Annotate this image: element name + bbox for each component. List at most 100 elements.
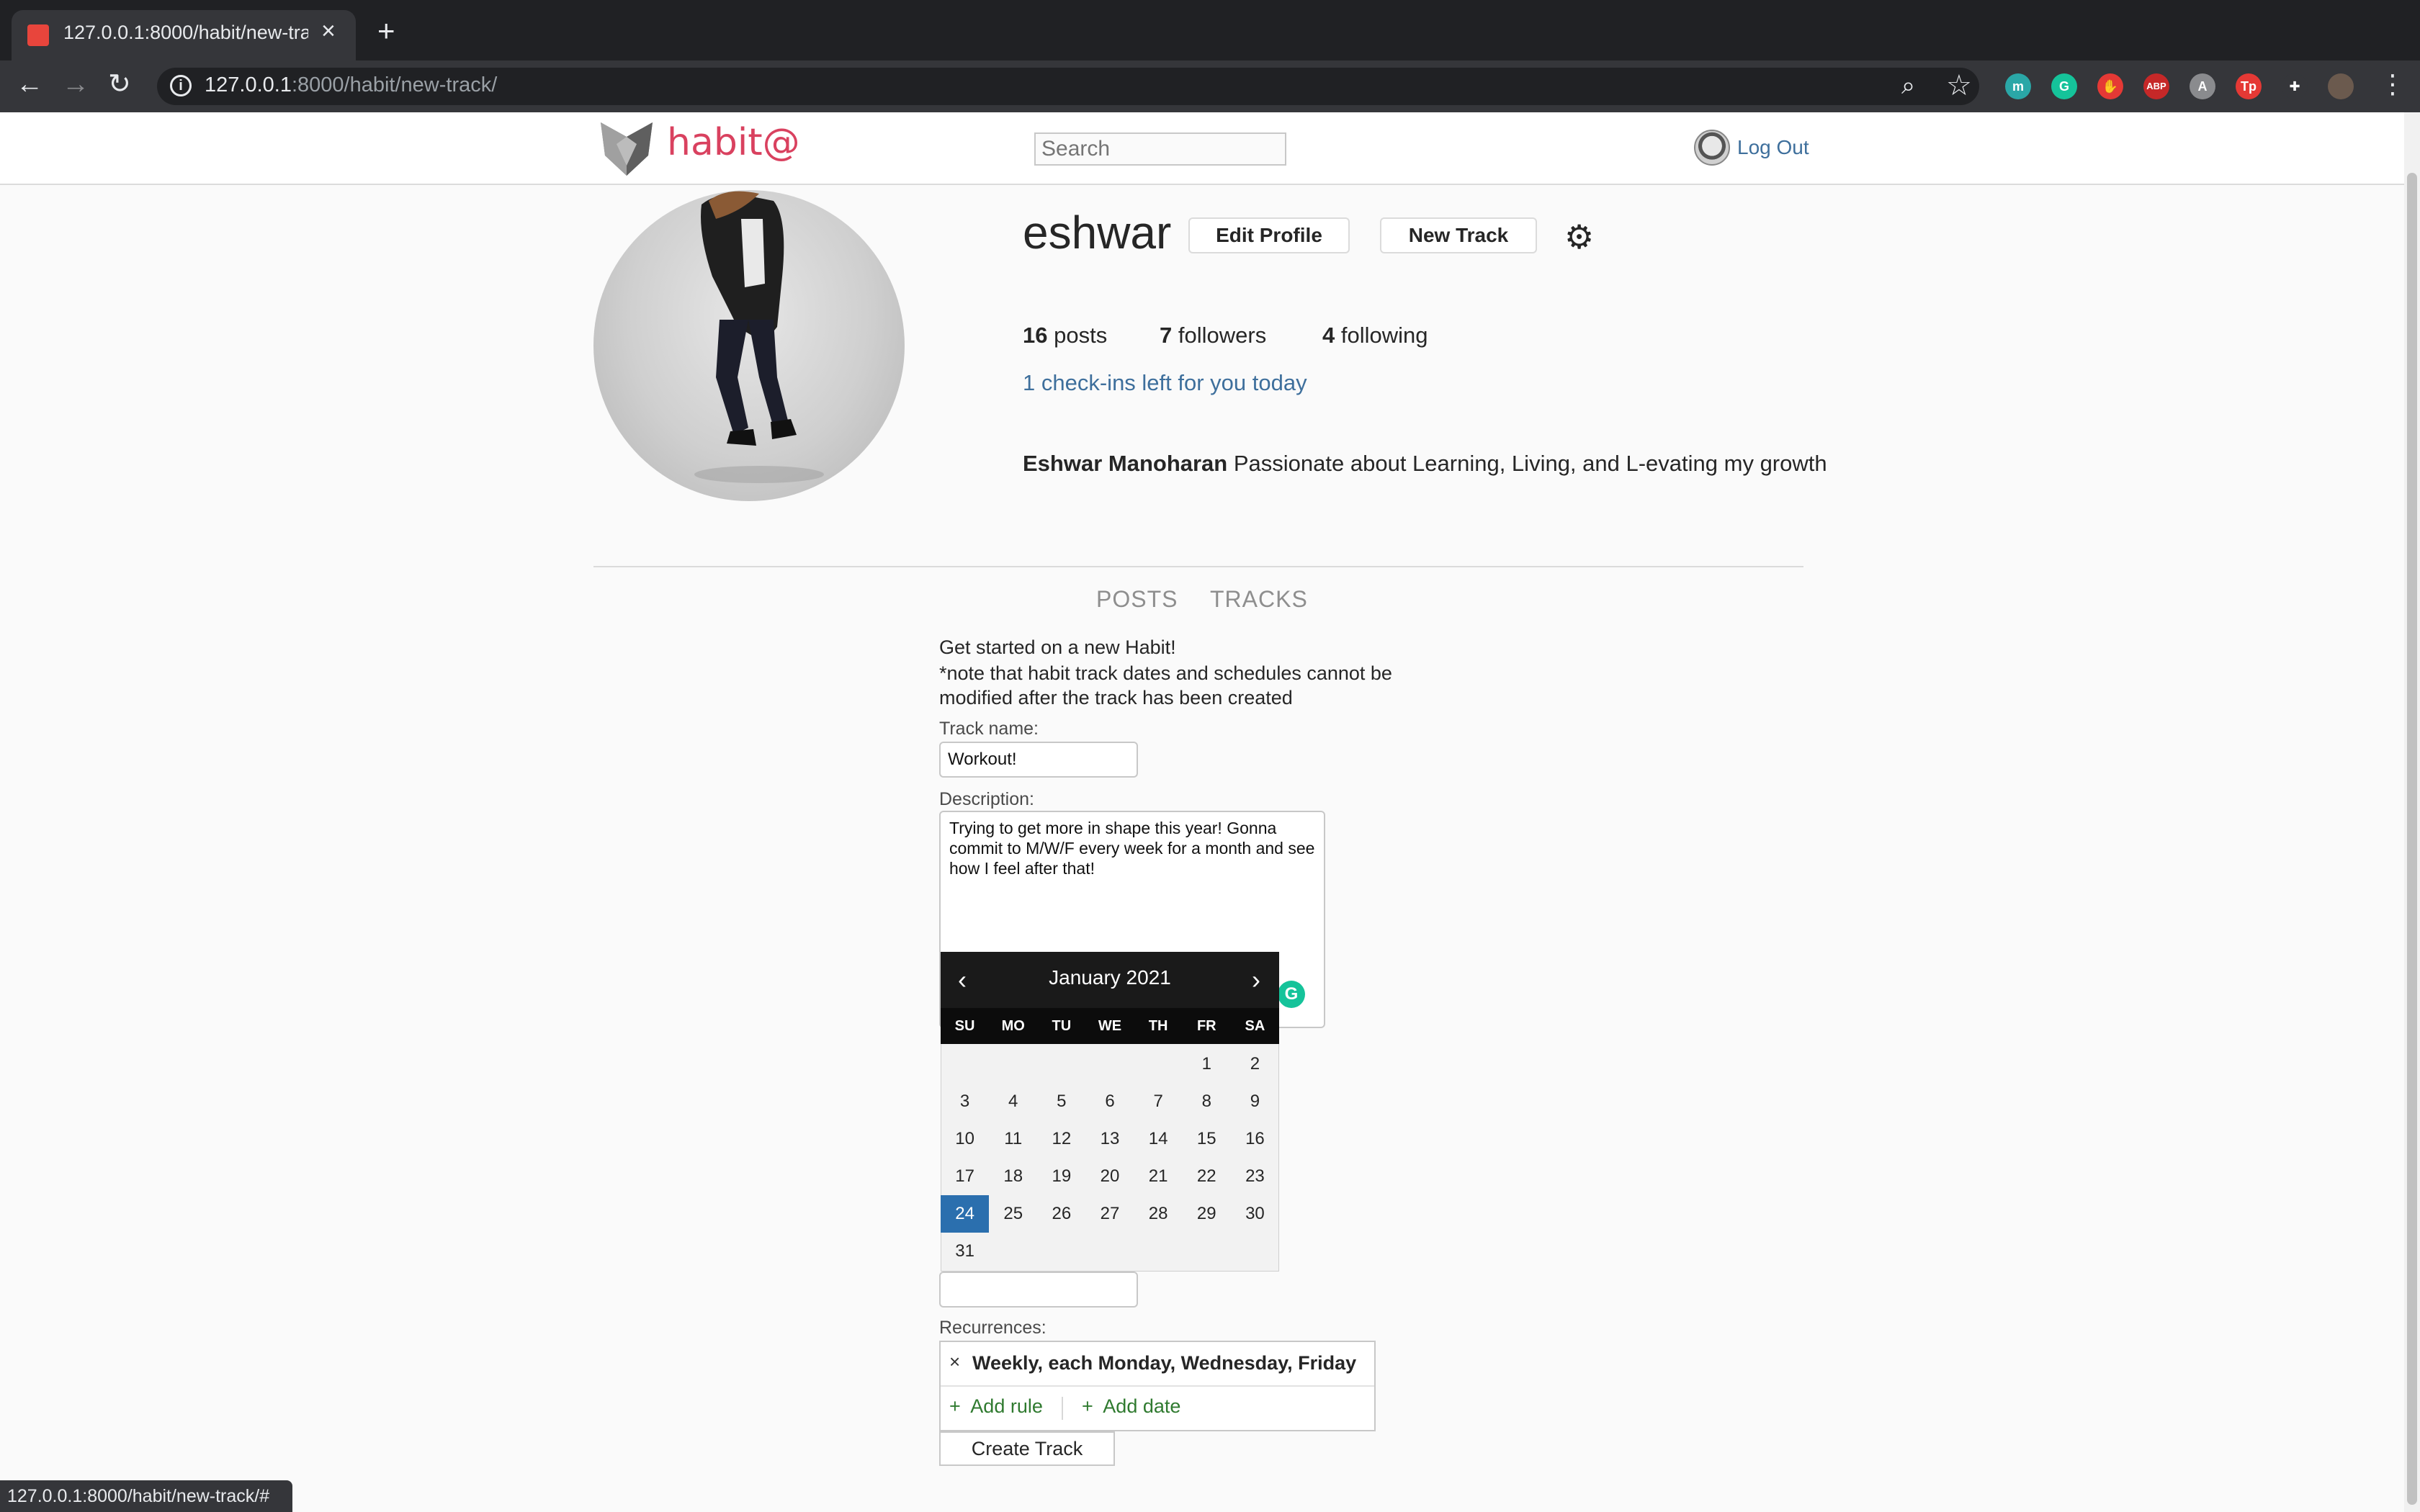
back-arrow-icon[interactable]: ← [16,71,43,98]
calendar-day-27[interactable]: 27 [1085,1195,1134,1233]
track-name-label: Track name: [939,719,1039,739]
form-intro: Get started on a new Habit! [939,636,1176,658]
recurrences-label: Recurrences: [939,1318,1047,1338]
calendar-day-8[interactable]: 8 [1183,1083,1231,1120]
weekday-su: SU [954,1018,975,1034]
profile-avatar-icon[interactable] [2328,73,2354,99]
add-date-button[interactable]: + Add date [1082,1395,1180,1418]
address-bar-url[interactable]: 127.0.0.1:8000/habit/new-track/ [205,73,497,97]
calendar-day-10[interactable]: 10 [941,1120,989,1158]
browser-menu-icon[interactable]: ⋮ [2380,69,2406,99]
fox-logo-icon[interactable] [595,115,658,179]
weekday-mo: MO [1001,1018,1025,1034]
calendar-empty-cell [1134,1045,1183,1083]
weekday-tu: TU [1052,1018,1072,1034]
calendar-day-23[interactable]: 23 [1231,1158,1279,1195]
section-divider [593,566,1803,567]
favicon-icon [27,24,49,46]
calendar-day-14[interactable]: 14 [1134,1120,1183,1158]
forward-arrow-icon[interactable]: → [62,71,89,98]
grammarly-extension-icon[interactable]: G [2051,73,2077,99]
translate-extension-icon[interactable]: A [2190,73,2215,99]
calendar-day-25[interactable]: 25 [989,1195,1037,1233]
grammarly-icon[interactable]: G [1278,981,1305,1008]
adblock-extension-icon[interactable]: ABP [2143,73,2169,99]
new-tab-icon[interactable]: + [377,16,395,46]
stat-following-count: 4 [1322,323,1335,348]
calendar-day-29[interactable]: 29 [1183,1195,1231,1233]
tab-posts[interactable]: POSTS [1096,586,1178,613]
track-name-input[interactable] [939,742,1138,778]
calendar-day-30[interactable]: 30 [1231,1195,1279,1233]
bookmark-star-icon[interactable]: ☆ [1946,69,1972,102]
edit-profile-button[interactable]: Edit Profile [1188,217,1350,253]
calendar-day-22[interactable]: 22 [1183,1158,1231,1195]
datepicker-month-title: January 2021 [1049,966,1171,989]
search-input[interactable] [1034,132,1286,166]
calendar-day-24[interactable]: 24 [941,1195,990,1233]
m-extension-icon[interactable]: m [2005,73,2031,99]
weekday-fr: FR [1196,1018,1216,1034]
url-path: :8000/habit/new-track/ [291,73,498,96]
calendar-day-16[interactable]: 16 [1231,1120,1279,1158]
prev-month-icon[interactable]: ‹ [958,965,967,995]
stat-posts-count: 16 [1023,323,1048,348]
add-date-label: Add date [1103,1395,1181,1417]
calendar-day-9[interactable]: 9 [1231,1083,1279,1120]
calendar-day-31[interactable]: 31 [941,1233,989,1270]
puzzle-extension-icon[interactable]: ✚ [2282,73,2308,99]
calendar-day-4[interactable]: 4 [989,1083,1037,1120]
calendar-day-21[interactable]: 21 [1134,1158,1183,1195]
weekday-th: TH [1148,1018,1168,1034]
new-track-button[interactable]: New Track [1380,217,1537,253]
profile-bio-text: Passionate about Learning, Living, and L… [1233,451,1827,476]
description-label: Description: [939,789,1034,809]
logout-link[interactable]: Log Out [1737,136,1809,159]
date-input[interactable] [939,1272,1138,1308]
avatar[interactable] [1694,130,1730,166]
calendar-day-26[interactable]: 26 [1037,1195,1085,1233]
calendar-day-28[interactable]: 28 [1134,1195,1183,1233]
stop-extension-icon[interactable]: ✋ [2097,73,2123,99]
calendar-day-15[interactable]: 15 [1183,1120,1231,1158]
checkins-count: 1 [1023,370,1036,395]
calendar-day-20[interactable]: 20 [1085,1158,1134,1195]
url-host: 127.0.0.1 [205,73,292,96]
calendar-day-12[interactable]: 12 [1037,1120,1085,1158]
reload-icon[interactable]: ↻ [108,71,131,98]
calendar-day-7[interactable]: 7 [1134,1083,1183,1120]
calendar-empty-cell [989,1045,1037,1083]
add-rule-button[interactable]: + Add rule [949,1395,1043,1418]
calendar-day-17[interactable]: 17 [941,1158,989,1195]
calendar-day-5[interactable]: 5 [1037,1083,1085,1120]
calendar-day-2[interactable]: 2 [1231,1045,1279,1083]
calendar-day-11[interactable]: 11 [989,1120,1037,1158]
scrollbar-thumb[interactable] [2407,173,2417,1505]
zoom-icon[interactable]: ⌕ [1901,72,1915,100]
calendar-day-1[interactable]: 1 [1183,1045,1231,1083]
tab-tracks[interactable]: TRACKS [1210,586,1308,613]
profile-full-name: Eshwar Manoharan [1023,451,1228,476]
logo-text[interactable]: habit@ [667,121,800,164]
calendar-day-13[interactable]: 13 [1085,1120,1134,1158]
profile-username: eshwar [1023,207,1172,258]
close-tab-icon[interactable]: × [321,19,336,43]
tp-extension-icon[interactable]: Tp [2236,73,2262,99]
profile-photo [593,190,905,501]
remove-rule-icon[interactable]: × [949,1351,960,1373]
recurrences-divider [941,1385,1374,1387]
stat-followers[interactable]: 7 followers [1160,323,1266,348]
stat-following[interactable]: 4 following [1322,323,1428,348]
next-month-icon[interactable]: › [1252,965,1260,995]
create-track-button[interactable]: Create Track [939,1431,1115,1466]
stat-posts-label: posts [1054,323,1108,348]
calendar-day-3[interactable]: 3 [941,1083,989,1120]
stat-posts[interactable]: 16 posts [1023,323,1107,348]
recurrence-rule[interactable]: Weekly, each Monday, Wednesday, Friday [972,1352,1356,1374]
calendar-day-18[interactable]: 18 [989,1158,1037,1195]
datepicker-day-grid: 1 2 3 4 5 6 7 8 9 10 11 12 13 14 15 16 17 18 19 20 21 22 23 24 2… [941,1045,1279,1270]
calendar-day-19[interactable]: 19 [1037,1158,1085,1195]
site-info-icon[interactable]: i [170,75,192,96]
gear-icon[interactable]: ⚙ [1564,220,1594,253]
calendar-day-6[interactable]: 6 [1085,1083,1134,1120]
